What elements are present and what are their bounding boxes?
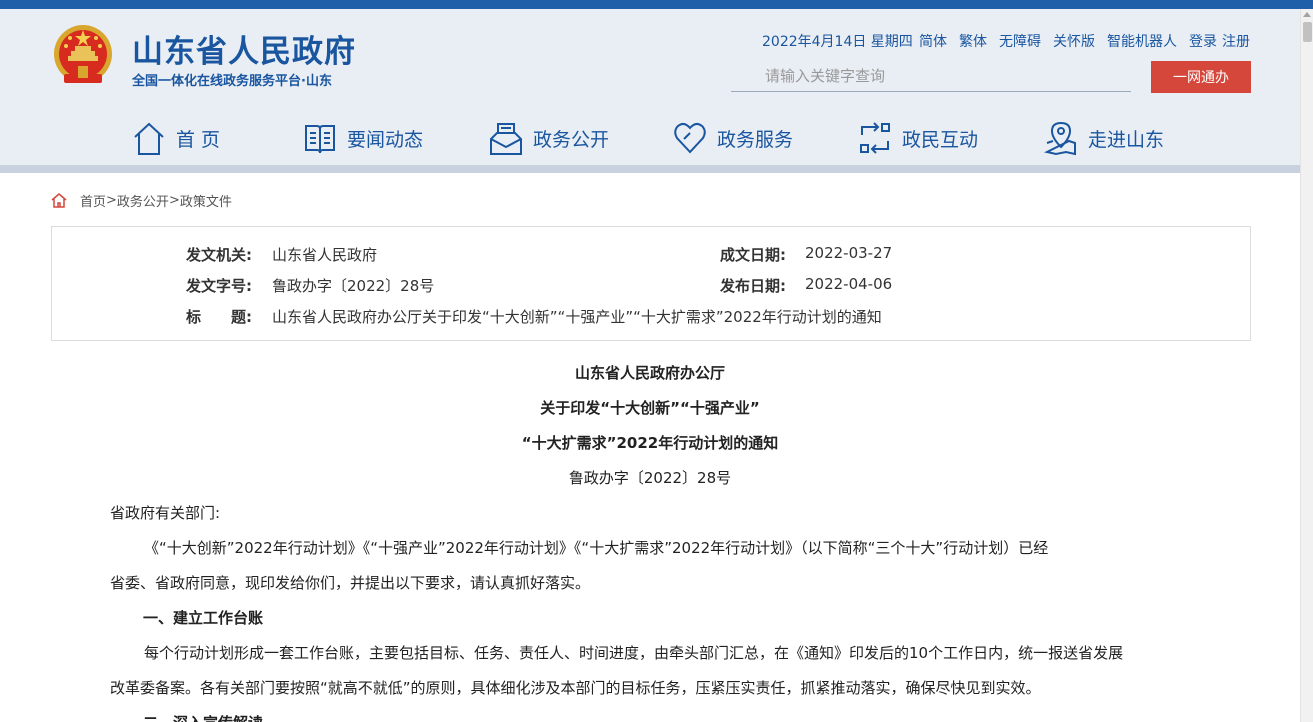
- doc-heading-line3: “十大扩需求”2022年行动计划的通知: [521, 434, 779, 452]
- current-date: 2022年4月14日 星期四: [762, 34, 913, 50]
- scroll-thumb[interactable]: [1303, 22, 1312, 42]
- heart-icon: [674, 122, 706, 154]
- top-accent-bar: [0, 0, 1313, 9]
- map-pin-icon: [1044, 121, 1076, 156]
- exchange-icon: [860, 122, 890, 154]
- document-meta-box: 发文机关: 山东省人民政府 成文日期: 2022-03-27 发文字号: 鲁政办…: [51, 226, 1251, 341]
- link-robot[interactable]: 智能机器人: [1107, 31, 1177, 51]
- doc-paragraph: 改革委备案。各有关部门要按照“就高不就低”的原则，具体细化涉及本部门的目标任务，…: [110, 679, 1041, 697]
- issuer-value: 山东省人民政府: [272, 246, 378, 264]
- home-icon: [134, 122, 164, 155]
- inbox-icon: [490, 123, 522, 155]
- link-simplified[interactable]: 简体: [919, 31, 947, 51]
- nav-label: 要闻动态: [347, 128, 424, 151]
- doc-number: 鲁政办字〔2022〕28号: [568, 469, 732, 487]
- breadcrumb-policy-docs[interactable]: 政策文件: [180, 191, 232, 210]
- section-title: 二、深入宣传解读: [143, 712, 263, 722]
- doc-salutation: 省政府有关部门:: [110, 504, 221, 522]
- breadcrumb: 首页 > 政务公开 > 政策文件: [50, 190, 232, 210]
- link-accessibility[interactable]: 无障碍: [999, 31, 1041, 51]
- nav-gov-services[interactable]: 政务服务: [673, 116, 793, 160]
- section-title: 一、建立工作台账: [143, 609, 264, 627]
- nav-label: 政务公开: [533, 128, 610, 151]
- nav-news[interactable]: 要闻动态: [303, 116, 423, 160]
- written-date-label: 成文日期:: [720, 246, 786, 264]
- nav-label: 首 页: [176, 128, 221, 151]
- national-emblem-icon: [54, 25, 112, 83]
- issuer-label: 发文机关:: [186, 246, 252, 264]
- doc-heading-line2: 关于印发“十大创新”“十强产业”: [540, 399, 760, 417]
- book-icon: [305, 125, 335, 154]
- doc-paragraph: 省委、省政府同意，现印发给你们，并提出以下要求，请认真抓好落实。: [110, 574, 591, 592]
- publish-date-value: 2022-04-06: [805, 275, 893, 293]
- doc-no-value: 鲁政办字〔2022〕28号: [272, 277, 435, 295]
- breadcrumb-separator: >: [168, 192, 180, 208]
- home-icon[interactable]: [50, 191, 68, 209]
- nav-label: 走进山东: [1088, 128, 1165, 151]
- search-input[interactable]: [731, 60, 1131, 91]
- written-date-value: 2022-03-27: [805, 244, 893, 262]
- header-divider: [0, 165, 1300, 173]
- nav-label: 政务服务: [717, 128, 794, 151]
- yiwang-tongban-button[interactable]: 一网通办: [1151, 61, 1251, 93]
- title-value: 山东省人民政府办公厅关于印发“十大创新”“十强产业”“十大扩需求”2022年行动…: [272, 308, 882, 326]
- publish-date-label: 发布日期:: [720, 277, 786, 295]
- title-label: 标 题:: [186, 308, 252, 326]
- site-title[interactable]: 山东省人民政府: [132, 26, 356, 71]
- doc-no-label: 发文字号:: [186, 277, 252, 295]
- breadcrumb-separator: >: [106, 192, 117, 208]
- nav-shandong[interactable]: 走进山东: [1044, 116, 1164, 160]
- link-register[interactable]: 注册: [1222, 31, 1250, 51]
- breadcrumb-gov-affairs[interactable]: 政务公开: [117, 191, 169, 210]
- scroll-up-arrow-icon[interactable]: [1303, 12, 1311, 17]
- doc-paragraph: 《“十大创新”2022年行动计划》《“十强产业”2022年行动计划》《“十大扩需…: [144, 539, 1049, 557]
- doc-paragraph: 每个行动计划形成一套工作台账，主要包括目标、任务、责任人、时间进度，由牵头部门汇…: [144, 644, 1124, 662]
- link-traditional[interactable]: 繁体: [959, 31, 987, 51]
- nav-interaction[interactable]: 政民互动: [858, 116, 978, 160]
- link-care-edition[interactable]: 关怀版: [1053, 31, 1095, 51]
- link-login[interactable]: 登录: [1189, 31, 1217, 51]
- site-subtitle[interactable]: 全国一体化在线政务服务平台·山东: [132, 70, 332, 89]
- nav-home[interactable]: 首 页: [132, 116, 220, 160]
- search-bar: [731, 60, 1131, 92]
- nav-label: 政民互动: [902, 128, 979, 151]
- breadcrumb-home[interactable]: 首页: [80, 191, 106, 210]
- nav-gov-affairs[interactable]: 政务公开: [489, 116, 609, 160]
- page-scrollbar[interactable]: [1300, 9, 1313, 722]
- doc-heading-issuer: 山东省人民政府办公厅: [574, 364, 725, 382]
